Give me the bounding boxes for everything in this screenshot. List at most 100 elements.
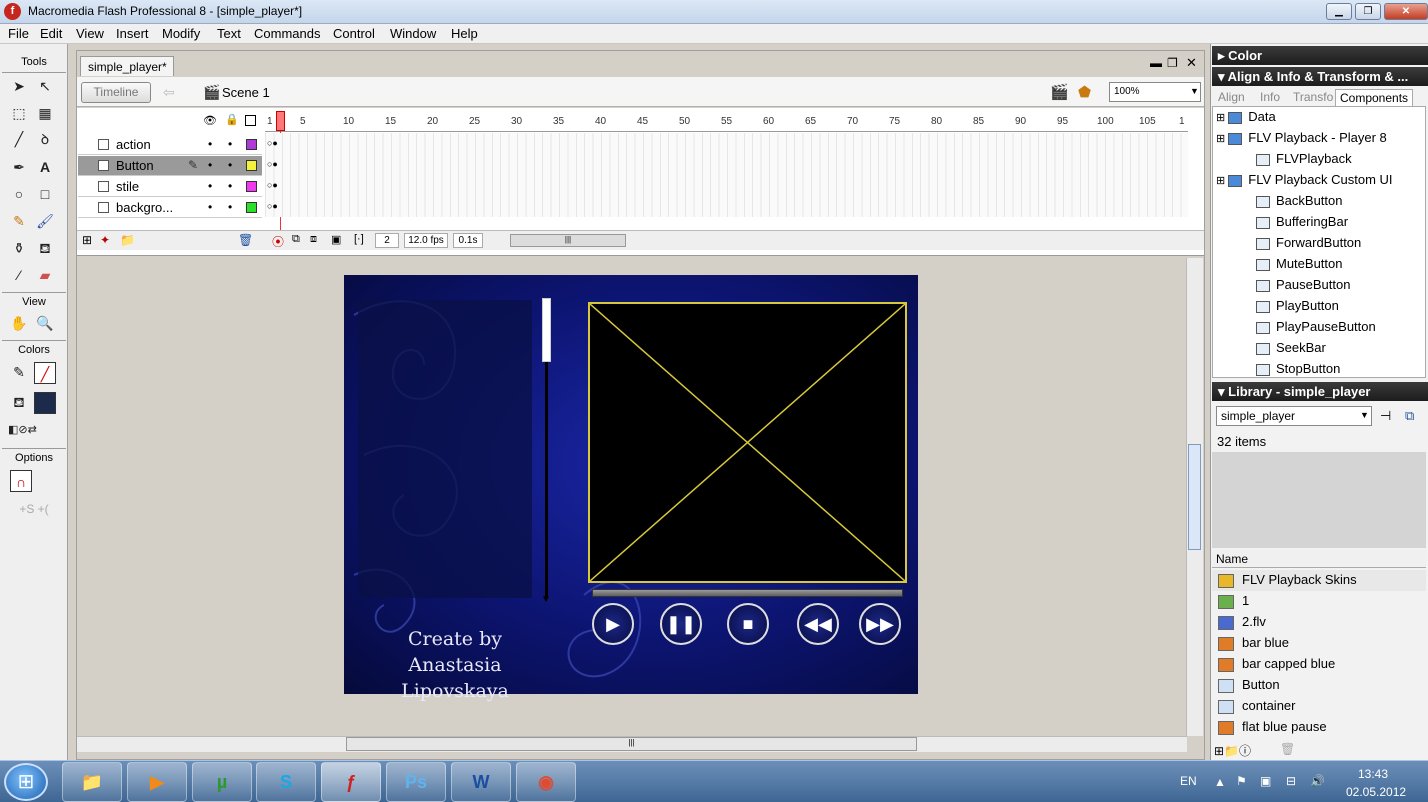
library-panel-header[interactable]: ▾ Library - simple_player: [1212, 382, 1428, 401]
menu-help[interactable]: Help: [449, 26, 480, 41]
layer-row[interactable]: action • •: [78, 135, 262, 155]
zoom-select[interactable]: 100% ▼: [1109, 82, 1201, 102]
motion-guide-icon[interactable]: ✦: [100, 233, 110, 247]
media-player-taskbar-icon[interactable]: ▶: [127, 762, 187, 802]
component-item[interactable]: ForwardButton: [1256, 235, 1361, 250]
volume-slider-handle[interactable]: [542, 298, 551, 362]
component-item[interactable]: BackButton: [1256, 193, 1343, 208]
stop-button[interactable]: ■: [727, 603, 769, 645]
library-item[interactable]: 2.flv: [1212, 612, 1426, 633]
visibility-dot[interactable]: •: [208, 179, 212, 193]
doc-close-icon[interactable]: ✕: [1186, 55, 1197, 71]
clock-time[interactable]: 13:43: [1358, 767, 1388, 781]
library-item[interactable]: bar capped blue: [1212, 654, 1426, 675]
library-new-symbol-icon[interactable]: ⊞📁ⓘ: [1214, 742, 1251, 759]
lasso-tool-icon[interactable]: ꝺ: [34, 128, 56, 150]
frame-rate[interactable]: 12.0 fps: [404, 233, 448, 248]
layer-color-swatch[interactable]: [246, 181, 257, 192]
edit-multiple-icon[interactable]: ▣: [331, 233, 341, 246]
visibility-dot[interactable]: •: [208, 200, 212, 214]
fill-color-icon[interactable]: ⛾: [8, 391, 30, 413]
lock-icon[interactable]: 🔒: [225, 113, 239, 126]
insert-folder-icon[interactable]: 📁: [120, 233, 135, 247]
modify-markers-icon[interactable]: [·]: [354, 233, 364, 245]
start-button[interactable]: ⊞: [4, 763, 48, 801]
clock-date[interactable]: 02.05.2012: [1346, 785, 1406, 799]
edit-scene-icon[interactable]: 🎬: [1050, 83, 1069, 101]
lock-dot[interactable]: •: [228, 137, 232, 151]
component-item[interactable]: ⊞ Data: [1216, 109, 1276, 124]
insert-layer-icon[interactable]: ⊞: [82, 233, 92, 247]
stroke-swatch[interactable]: ╱: [34, 362, 56, 384]
smooth-straighten-icon[interactable]: +S +(: [10, 498, 58, 520]
flash-taskbar-icon[interactable]: ƒ: [321, 762, 381, 802]
expand-icon[interactable]: ⊞: [1216, 133, 1228, 145]
library-trash-icon[interactable]: 🗑: [1280, 742, 1295, 756]
tray-flag-icon[interactable]: ⚑: [1236, 774, 1247, 788]
frame-ruler[interactable]: 1 5 10 15 20 25 30 35 40 45 50 55 60 65 70 75 80 85 90 95 10…: [265, 112, 1188, 132]
expand-icon[interactable]: ⊞: [1216, 175, 1228, 187]
forward-button[interactable]: ▶▶: [859, 603, 901, 645]
doc-minimize-icon[interactable]: ▬: [1150, 56, 1162, 70]
tab-info[interactable]: Info: [1256, 89, 1284, 106]
document-tab[interactable]: simple_player*: [80, 56, 174, 76]
lock-dot[interactable]: •: [228, 200, 232, 214]
layer-color-swatch[interactable]: [246, 202, 257, 213]
menu-text[interactable]: Text: [215, 26, 243, 41]
selection-tool-icon[interactable]: ➤: [8, 75, 30, 97]
free-transform-icon[interactable]: ⬚: [8, 102, 30, 124]
component-item[interactable]: StopButton: [1256, 361, 1340, 376]
rewind-button[interactable]: ◀◀: [797, 603, 839, 645]
oval-tool-icon[interactable]: ○: [8, 183, 30, 205]
fill-transform-icon[interactable]: ▦: [34, 102, 56, 124]
flv-playback-component[interactable]: [588, 302, 907, 583]
utorrent-taskbar-icon[interactable]: µ: [192, 762, 252, 802]
frame-grid[interactable]: [265, 133, 1188, 217]
library-item[interactable]: 1: [1212, 591, 1426, 612]
library-select[interactable]: simple_player ▼: [1216, 406, 1372, 426]
eraser-tool-icon[interactable]: ▰: [34, 264, 56, 286]
show-hidden-icons-icon[interactable]: ▲: [1214, 775, 1226, 789]
chrome-taskbar-icon[interactable]: ◉: [516, 762, 576, 802]
layer-color-swatch[interactable]: [246, 139, 257, 150]
snap-magnet-icon[interactable]: ∩: [10, 470, 32, 492]
pin-icon[interactable]: ⊣: [1380, 408, 1391, 424]
library-item[interactable]: container: [1212, 696, 1426, 717]
menu-file[interactable]: File: [6, 26, 31, 41]
pen-tool-icon[interactable]: ✒: [8, 156, 30, 178]
layer-row[interactable]: stile • •: [78, 177, 262, 197]
keyframe-marker[interactable]: ○●: [267, 138, 278, 148]
keyframe-marker[interactable]: ○●: [267, 201, 278, 211]
tab-components[interactable]: Components: [1335, 89, 1414, 106]
hscroll-thumb[interactable]: |||: [346, 737, 917, 751]
skype-taskbar-icon[interactable]: S: [256, 762, 316, 802]
visibility-dot[interactable]: •: [208, 158, 212, 172]
pencil-tool-icon[interactable]: ✎: [8, 210, 30, 232]
component-item[interactable]: PlayButton: [1256, 298, 1339, 313]
center-frame-icon[interactable]: ⦿: [272, 233, 284, 250]
subselection-tool-icon[interactable]: ↖: [34, 75, 56, 97]
menu-edit[interactable]: Edit: [38, 26, 64, 41]
onion-skin-icon[interactable]: ⧉: [292, 233, 300, 246]
menu-insert[interactable]: Insert: [114, 26, 151, 41]
component-item[interactable]: MuteButton: [1256, 256, 1343, 271]
ink-bottle-icon[interactable]: ⚱: [8, 237, 30, 259]
rectangle-tool-icon[interactable]: □: [34, 183, 56, 205]
component-item[interactable]: PlayPauseButton: [1256, 319, 1376, 334]
tab-transform[interactable]: Transfo: [1289, 89, 1337, 106]
tray-device-icon[interactable]: ▣: [1260, 774, 1271, 788]
library-item[interactable]: flat blue pause: [1212, 717, 1426, 738]
vscroll-thumb[interactable]: [1188, 444, 1201, 550]
text-tool-icon[interactable]: A: [34, 156, 56, 178]
line-tool-icon[interactable]: ╱: [8, 128, 30, 150]
flash-app-icon[interactable]: f: [4, 3, 21, 20]
pause-button[interactable]: ❚❚: [660, 603, 702, 645]
word-taskbar-icon[interactable]: W: [451, 762, 511, 802]
onion-outline-icon[interactable]: ⧈: [310, 233, 317, 246]
keyframe-marker[interactable]: ○●: [267, 159, 278, 169]
photoshop-taskbar-icon[interactable]: Ps: [386, 762, 446, 802]
play-button[interactable]: ▶: [592, 603, 634, 645]
menu-control[interactable]: Control: [331, 26, 377, 41]
language-indicator[interactable]: EN: [1180, 774, 1197, 788]
explorer-taskbar-icon[interactable]: 📁: [62, 762, 122, 802]
